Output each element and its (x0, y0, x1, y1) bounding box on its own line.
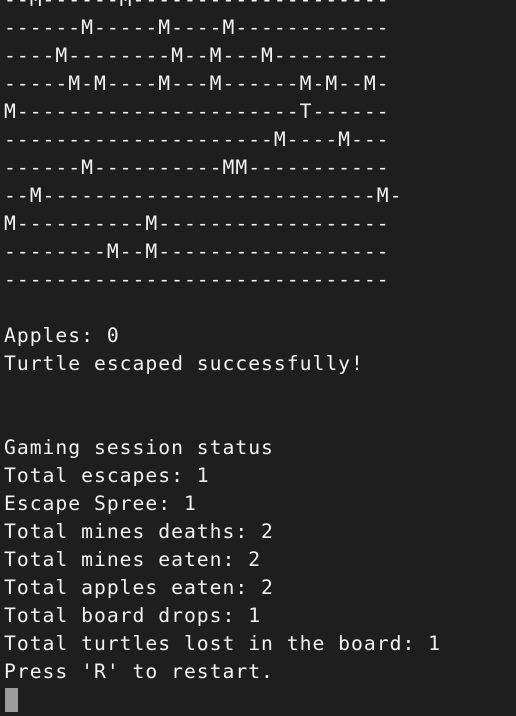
total-turtles-lost: Total turtles lost in the board: 1 (4, 632, 441, 655)
board-row: --M--------------------------M- (4, 184, 403, 207)
board-row: --------M--M------------------ (4, 240, 390, 263)
total-board-drops: Total board drops: 1 (4, 604, 262, 627)
board-row: --M------M-------------------- (4, 0, 516, 14)
apples-counter: Apples: 0 (4, 324, 120, 347)
board-row: ------M----------MM----------- (4, 156, 390, 179)
status-message: Turtle escaped successfully! (4, 352, 364, 375)
game-board: --M------M-------------------- ------M--… (4, 0, 516, 294)
session-title: Gaming session status (4, 436, 274, 459)
board-row: M----------M------------------ (4, 212, 390, 235)
terminal-window[interactable]: --M------M-------------------- ------M--… (0, 0, 516, 712)
board-row: ------------------------------ (4, 268, 390, 291)
total-mines-eaten: Total mines eaten: 2 (4, 548, 262, 571)
restart-prompt: Press 'R' to restart. (4, 660, 274, 683)
total-apples-eaten: Total apples eaten: 2 (4, 576, 274, 599)
board-row: ----M--------M--M---M--------- (4, 44, 390, 67)
escape-spree: Escape Spree: 1 (4, 492, 197, 515)
total-mines-deaths: Total mines deaths: 2 (4, 520, 274, 543)
board-row: ---------------------M----M--- (4, 128, 390, 151)
board-row: ------M-----M----M------------ (4, 16, 390, 39)
total-escapes: Total escapes: 1 (4, 464, 210, 487)
board-row: -----M-M----M---M------M-M--M- (4, 72, 390, 95)
board-row: M----------------------T------ (4, 100, 390, 123)
terminal-cursor[interactable] (5, 688, 18, 712)
